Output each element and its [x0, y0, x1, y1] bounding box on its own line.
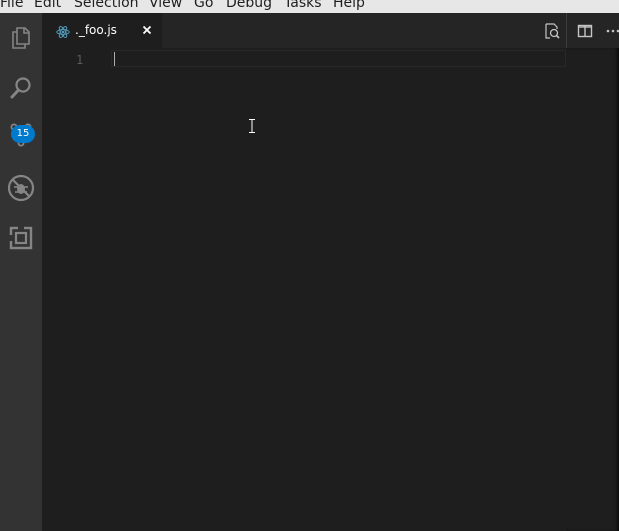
tab-divider [566, 13, 567, 48]
menu-file[interactable]: File [0, 0, 23, 11]
current-line-highlight [111, 50, 566, 67]
menu-go[interactable]: Go [194, 0, 213, 11]
menu-view[interactable]: View [149, 0, 182, 11]
menu-tasks[interactable]: Tasks [284, 0, 322, 11]
menu-debug[interactable]: Debug [226, 0, 272, 11]
split-editor-icon[interactable] [577, 23, 593, 39]
menu-help[interactable]: Help [333, 0, 365, 11]
text-cursor [114, 52, 115, 66]
debug-icon[interactable] [3, 170, 39, 206]
extensions-icon[interactable] [3, 220, 39, 256]
tab-foo-js[interactable]: ._foo.js [42, 13, 162, 48]
close-icon[interactable] [139, 22, 155, 38]
open-changes-icon[interactable] [544, 23, 560, 39]
react-file-icon [56, 24, 70, 39]
menu-bar: File Edit Selection View Go Debug Tasks … [0, 0, 619, 13]
scm-badge: 15 [11, 125, 35, 143]
minimap[interactable] [566, 48, 619, 531]
ibeam-cursor-icon [249, 119, 255, 133]
editor-area[interactable]: 1 [42, 48, 619, 531]
tab-label: ._foo.js [75, 23, 117, 37]
activity-bar [0, 13, 42, 531]
tab-bar: ._foo.js [42, 13, 619, 48]
more-actions-icon[interactable] [605, 23, 619, 39]
menu-edit[interactable]: Edit [34, 0, 61, 11]
menu-selection[interactable]: Selection [74, 0, 139, 11]
line-number: 1 [76, 53, 84, 67]
search-icon[interactable] [3, 70, 39, 106]
files-icon[interactable] [3, 20, 39, 56]
